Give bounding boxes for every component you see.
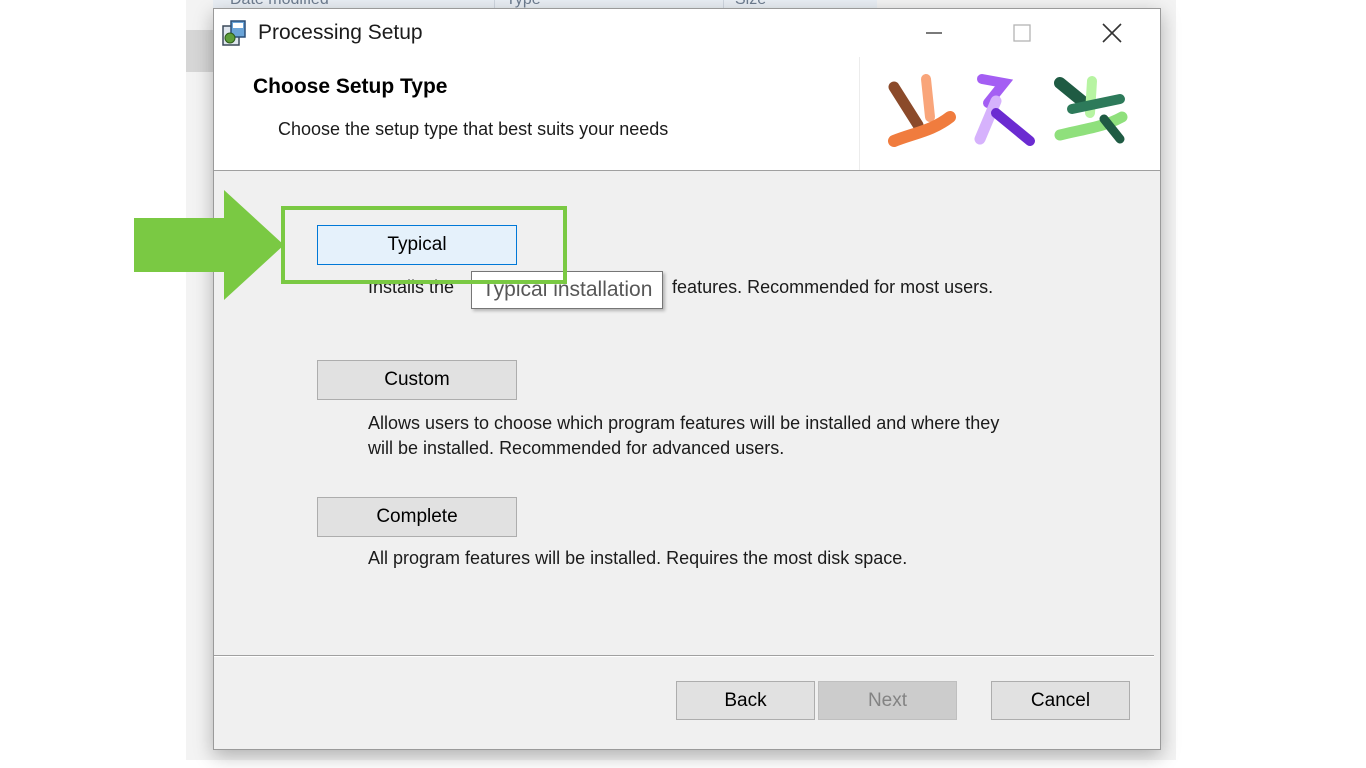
background-scrollbar xyxy=(186,30,213,72)
footer-divider-highlight xyxy=(214,656,1154,657)
back-button[interactable]: Back xyxy=(676,681,815,720)
title-bar[interactable]: Processing Setup xyxy=(214,9,1160,57)
column-separator xyxy=(494,0,495,8)
window-title: Processing Setup xyxy=(258,21,423,44)
close-button[interactable] xyxy=(1089,9,1134,57)
pointer-arrow-icon xyxy=(134,190,284,300)
installer-icon xyxy=(222,20,246,46)
custom-description-line-2: will be installed. Recommended for advan… xyxy=(368,438,785,458)
maximize-button[interactable] xyxy=(999,9,1044,57)
minimize-button[interactable] xyxy=(911,9,956,57)
typical-description-suffix: features. Recommended for most users. xyxy=(672,277,994,297)
header-divider xyxy=(859,57,860,170)
custom-description: Allows users to choose which program fea… xyxy=(368,411,1088,461)
minimize-icon xyxy=(925,32,942,34)
close-icon xyxy=(1101,23,1122,43)
highlight-box xyxy=(281,206,567,284)
complete-description: All program features will be installed. … xyxy=(368,548,908,568)
custom-button[interactable]: Custom xyxy=(317,360,517,400)
page-subtitle: Choose the setup type that best suits yo… xyxy=(278,119,669,139)
complete-button[interactable]: Complete xyxy=(317,497,517,537)
next-button[interactable]: Next xyxy=(818,681,957,720)
processing-logo xyxy=(888,74,1128,147)
page-title: Choose Setup Type xyxy=(253,75,448,98)
setup-window: Processing Setup Choose Setup Type Choos… xyxy=(213,8,1161,750)
maximize-icon xyxy=(1012,24,1031,42)
custom-description-line-1: Allows users to choose which program fea… xyxy=(368,413,1000,433)
cancel-button[interactable]: Cancel xyxy=(991,681,1130,720)
column-separator xyxy=(723,0,724,8)
header-band: Choose Setup Type Choose the setup type … xyxy=(214,57,1160,171)
